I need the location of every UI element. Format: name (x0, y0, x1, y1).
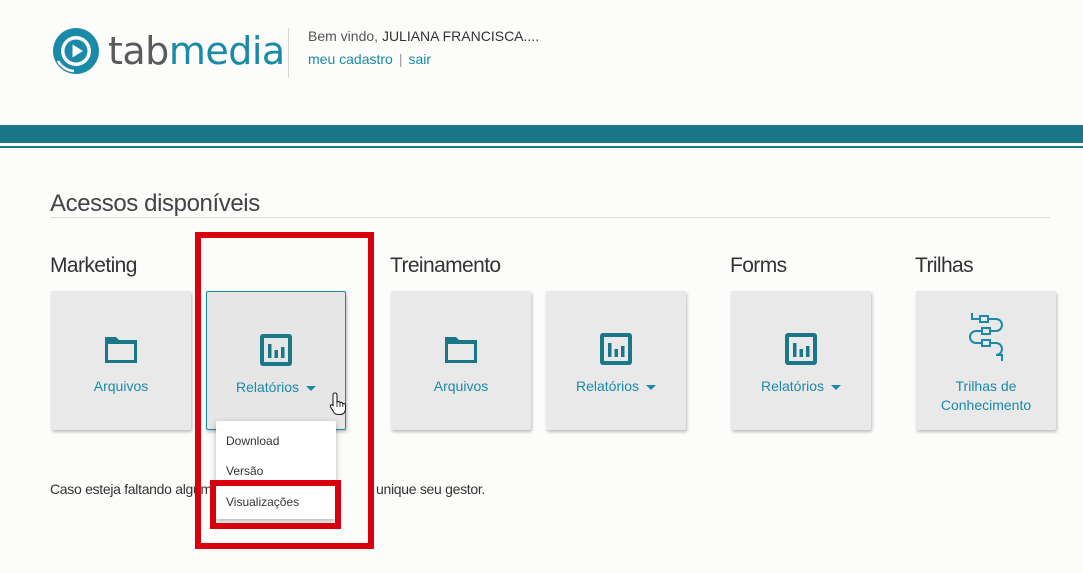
tile-label: Arquivos (433, 378, 489, 394)
tile-label: Arquivos (93, 378, 149, 394)
tile-label-line1: Trilhas de (955, 378, 1017, 394)
flow-icon (969, 313, 1003, 361)
tile-label-with-dropdown: Relatórios (731, 377, 871, 396)
logo-wordmark: tabmedia (108, 27, 285, 75)
group-title-marketing: Marketing (50, 254, 137, 277)
tile-label: Relatórios (575, 378, 640, 394)
report-icon (785, 333, 817, 365)
footer-note: Caso esteja faltando alguma unique seu g… (50, 481, 485, 497)
tile-forms-relatorios[interactable]: Relatórios (731, 291, 871, 430)
tile-label: Trilhas de Conhecimento (916, 377, 1056, 415)
annotation-highlight-box (210, 480, 341, 529)
footer-note-right: unique seu gestor. (376, 481, 486, 497)
user-links: meu cadastro | sair (308, 51, 431, 67)
footer-note-left: Caso esteja faltando alguma (50, 481, 220, 497)
tile-label-line2: Conhecimento (940, 397, 1032, 413)
tile-treinamento-relatorios[interactable]: Relatórios (546, 291, 686, 430)
profile-link[interactable]: meu cadastro (308, 51, 393, 67)
folder-icon (445, 337, 477, 363)
folder-icon (105, 337, 137, 363)
page-title: Acessos disponíveis (50, 190, 260, 217)
header-divider (288, 28, 289, 78)
caret-down-icon[interactable] (831, 384, 842, 390)
welcome-text: Bem vindo, JULIANA FRANCISCA.... (308, 28, 539, 44)
link-separator: | (398, 51, 403, 67)
logo-text-tab: tab (108, 29, 169, 73)
header-band-line (0, 146, 1083, 148)
tile-label: Relatórios (760, 378, 825, 394)
play-logo-icon (53, 28, 99, 74)
title-rule (50, 217, 1050, 218)
tile-treinamento-arquivos[interactable]: Arquivos (391, 291, 531, 430)
group-title-treinamento: Treinamento (390, 254, 501, 277)
tile-label-with-dropdown: Relatórios (546, 377, 686, 396)
logo-text-media: media (168, 29, 285, 73)
header: tabmedia Bem vindo, JULIANA FRANCISCA...… (0, 0, 1083, 125)
user-name: JULIANA FRANCISCA.... (381, 28, 540, 44)
welcome-prefix: Bem vindo, (308, 28, 382, 44)
tile-marketing-arquivos[interactable]: Arquivos (51, 291, 191, 430)
caret-down-icon[interactable] (646, 384, 657, 390)
tile-trilhas-conhecimento[interactable]: Trilhas de Conhecimento (916, 291, 1056, 430)
logout-link[interactable]: sair (408, 51, 431, 67)
header-band (0, 125, 1083, 143)
tabmedia-logo[interactable]: tabmedia (52, 27, 285, 75)
group-title-trilhas: Trilhas (915, 254, 974, 277)
group-title-forms: Forms (730, 254, 787, 277)
report-icon (600, 333, 632, 365)
hand-cursor-icon (329, 392, 347, 416)
